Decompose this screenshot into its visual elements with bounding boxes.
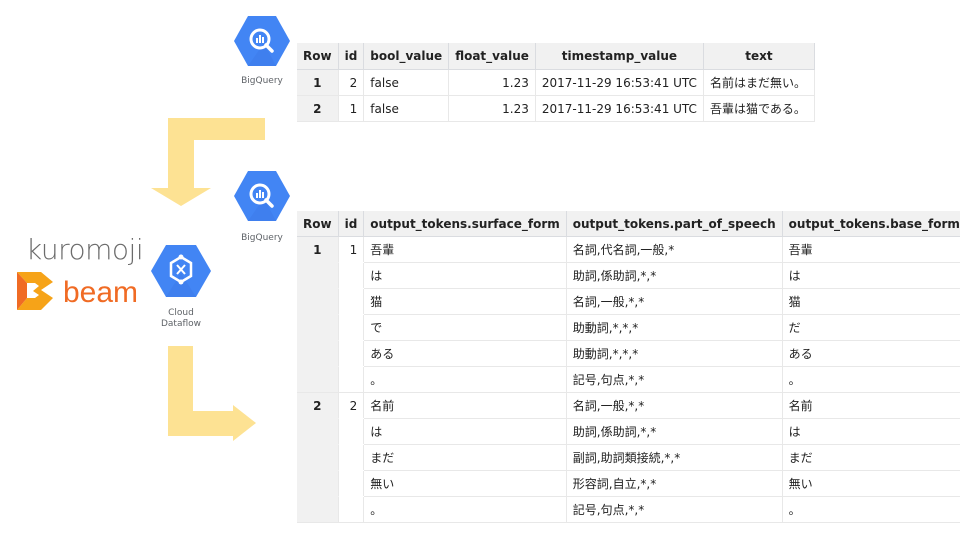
base-form-cell: まだ: [782, 444, 960, 471]
timestamp-value-cell: 2017-11-29 16:53:41 UTC: [535, 95, 704, 122]
part-of-speech-cell: 助動詞,*,*,*: [566, 314, 783, 341]
table-row: 無い 形容詞,自立,*,* 無い: [297, 470, 960, 497]
input-table-header: Row id bool_value float_value timestamp_…: [297, 43, 815, 70]
id-cell: 1: [338, 236, 365, 263]
column-header: timestamp_value: [535, 43, 704, 70]
base-form-cell: 猫: [782, 288, 960, 315]
column-header: id: [338, 211, 365, 237]
timestamp-value-cell: 2017-11-29 16:53:41 UTC: [535, 69, 704, 96]
surface-form-cell: 。: [363, 496, 567, 523]
base-form-cell: ある: [782, 340, 960, 367]
base-form-cell: は: [782, 262, 960, 289]
bool-value-cell: false: [363, 95, 450, 122]
table-row: で 助動詞,*,*,* だ: [297, 314, 960, 341]
base-form-cell: 。: [782, 366, 960, 393]
part-of-speech-cell: 助詞,係助詞,*,*: [566, 418, 783, 445]
output-table: Row id output_tokens.surface_form output…: [297, 211, 960, 523]
column-header: text: [703, 43, 815, 70]
surface-form-cell: まだ: [363, 444, 567, 471]
surface-form-cell: 名前: [363, 392, 567, 419]
table-row: 1 2 false 1.23 2017-11-29 16:53:41 UTC 名…: [297, 69, 815, 96]
column-header: float_value: [448, 43, 536, 70]
column-header: Row: [297, 211, 339, 237]
surface-form-cell: 無い: [363, 470, 567, 497]
table-row: は 助詞,係助詞,*,* は: [297, 418, 960, 445]
row-number: 2: [297, 392, 339, 419]
part-of-speech-cell: 記号,句点,*,*: [566, 496, 783, 523]
text-cell: 名前はまだ無い。: [703, 69, 815, 96]
column-header: Row: [297, 43, 339, 70]
text-cell: 吾輩は猫である。: [703, 95, 815, 122]
surface-form-cell: 猫: [363, 288, 567, 315]
table-row: 。 記号,句点,*,* 。: [297, 496, 960, 523]
bool-value-cell: false: [363, 69, 450, 96]
row-number: 1: [297, 236, 339, 263]
column-header: output_tokens.surface_form: [363, 211, 567, 237]
surface-form-cell: は: [363, 262, 567, 289]
part-of-speech-cell: 記号,句点,*,*: [566, 366, 783, 393]
base-form-cell: は: [782, 418, 960, 445]
column-header: id: [338, 43, 365, 70]
part-of-speech-cell: 助詞,係助詞,*,*: [566, 262, 783, 289]
float-value-cell: 1.23: [448, 95, 536, 122]
beam-logo-text: beam: [63, 276, 139, 309]
row-number: 2: [297, 95, 339, 122]
float-value-cell: 1.23: [448, 69, 536, 96]
column-header: output_tokens.part_of_speech: [566, 211, 783, 237]
input-table: Row id bool_value float_value timestamp_…: [297, 43, 815, 122]
part-of-speech-cell: 形容詞,自立,*,*: [566, 470, 783, 497]
id-cell: 2: [338, 69, 365, 96]
base-form-cell: 。: [782, 496, 960, 523]
table-row: 猫 名詞,一般,*,* 猫: [297, 288, 960, 315]
surface-form-cell: ある: [363, 340, 567, 367]
kuromoji-logo: kuromoji: [26, 233, 144, 266]
surface-form-cell: で: [363, 314, 567, 341]
surface-form-cell: は: [363, 418, 567, 445]
id-cell: 2: [338, 392, 365, 419]
base-form-cell: だ: [782, 314, 960, 341]
surface-form-cell: 吾輩: [363, 236, 567, 263]
part-of-speech-cell: 名詞,一般,*,*: [566, 288, 783, 315]
part-of-speech-cell: 副詞,助詞類接続,*,*: [566, 444, 783, 471]
column-header: bool_value: [363, 43, 450, 70]
table-row: まだ 副詞,助詞類接続,*,* まだ: [297, 444, 960, 471]
table-row: 。 記号,句点,*,* 。: [297, 366, 960, 393]
part-of-speech-cell: 名詞,代名詞,一般,*: [566, 236, 783, 263]
base-form-cell: 吾輩: [782, 236, 960, 263]
base-form-cell: 名前: [782, 392, 960, 419]
table-row: 2 2 名前 名詞,一般,*,* 名前: [297, 392, 960, 419]
id-cell: 1: [338, 95, 365, 122]
part-of-speech-cell: 助動詞,*,*,*: [566, 340, 783, 367]
table-row: は 助詞,係助詞,*,* は: [297, 262, 960, 289]
table-row: ある 助動詞,*,*,* ある: [297, 340, 960, 367]
table-row: 1 1 吾輩 名詞,代名詞,一般,* 吾輩: [297, 236, 960, 263]
part-of-speech-cell: 名詞,一般,*,*: [566, 392, 783, 419]
row-number: 1: [297, 69, 339, 96]
beam-logo-icon: [17, 272, 53, 310]
base-form-cell: 無い: [782, 470, 960, 497]
surface-form-cell: 。: [363, 366, 567, 393]
output-table-header: Row id output_tokens.surface_form output…: [297, 211, 960, 237]
table-row: 2 1 false 1.23 2017-11-29 16:53:41 UTC 吾…: [297, 95, 815, 122]
column-header: output_tokens.base_form: [782, 211, 960, 237]
